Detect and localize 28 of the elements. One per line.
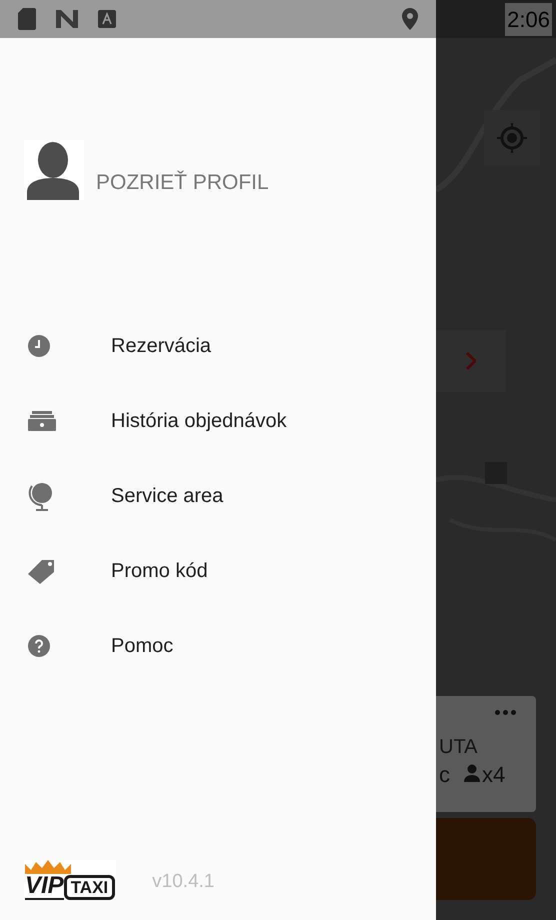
n-logo-icon — [56, 10, 78, 28]
menu-item[interactable]: Service area — [0, 458, 436, 533]
order-button[interactable] — [436, 818, 536, 900]
menu-item[interactable]: Pomoc — [0, 608, 436, 683]
ride-title: UTA — [439, 735, 478, 760]
version-label: v10.4.1 — [152, 870, 214, 894]
keyboard-icon — [98, 10, 116, 28]
profile-link[interactable]: POZRIEŤ PROFIL — [24, 140, 269, 200]
chevron-right-icon — [466, 352, 476, 370]
locate-button[interactable] — [484, 110, 540, 166]
ride-detail: c — [439, 761, 450, 789]
clock-icon — [28, 334, 50, 356]
vip-taxi-logo: VIP TAXI — [24, 860, 116, 900]
crosshair-icon — [497, 123, 527, 153]
sd-card-icon — [18, 8, 36, 30]
seat-count: x4 — [482, 761, 506, 789]
drawer-icon — [28, 410, 56, 430]
next-button[interactable] — [436, 330, 506, 392]
person-icon — [464, 764, 480, 782]
more-icon — [495, 710, 516, 715]
menu-item[interactable]: Promo kód — [0, 533, 436, 608]
tag-icon — [28, 558, 56, 584]
menu-item[interactable]: Rezervácia — [0, 308, 436, 383]
help-icon — [28, 634, 50, 656]
location-pin-icon — [402, 8, 418, 30]
menu-item[interactable]: História objednávok — [0, 383, 436, 458]
clock-time: 2:06 — [505, 2, 552, 36]
globe-icon — [28, 480, 54, 510]
